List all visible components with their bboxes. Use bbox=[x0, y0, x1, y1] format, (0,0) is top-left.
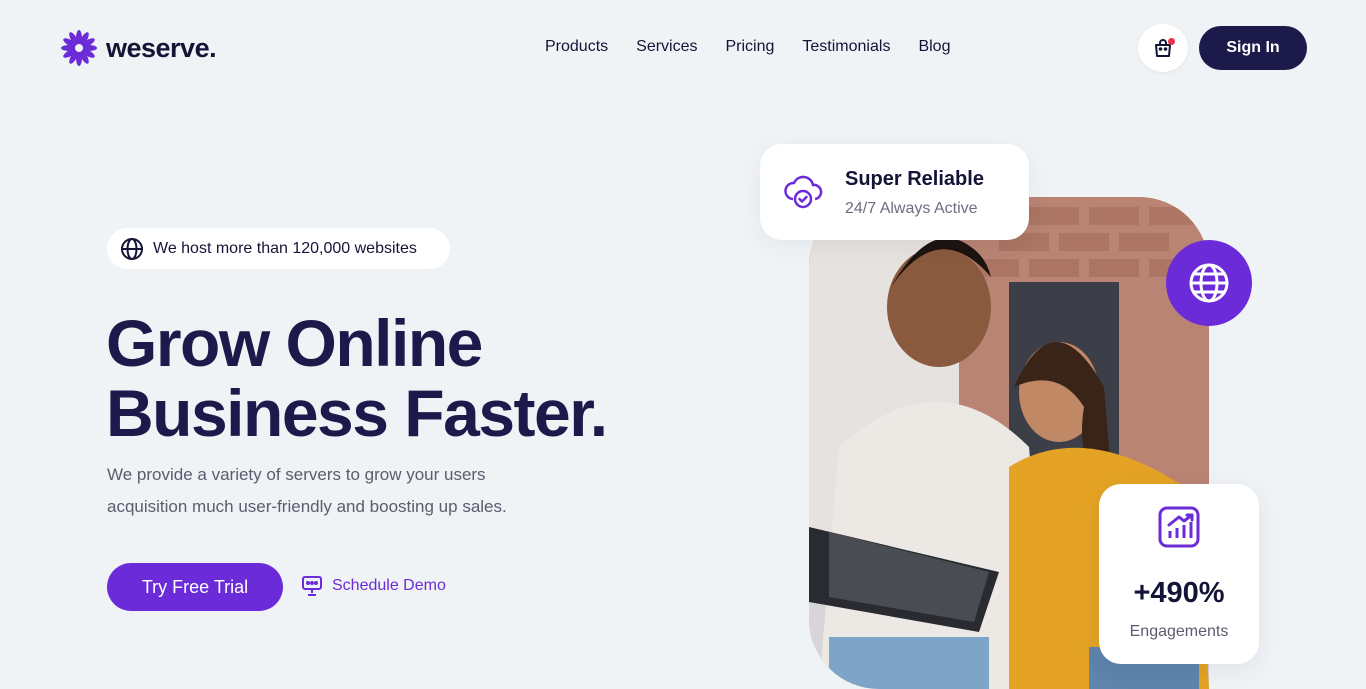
cart-button[interactable] bbox=[1138, 24, 1188, 72]
nav-pricing[interactable]: Pricing bbox=[726, 38, 775, 56]
cart-notification-dot bbox=[1168, 38, 1175, 45]
nav-testimonials[interactable]: Testimonials bbox=[802, 38, 890, 56]
reliable-title: Super Reliable bbox=[845, 168, 984, 190]
badge-text: We host more than 120,000 websites bbox=[153, 239, 417, 257]
globe-icon bbox=[121, 237, 143, 260]
brand-name: weserve. bbox=[106, 32, 217, 63]
engagements-value: +490% bbox=[1133, 577, 1225, 609]
schedule-demo-label: Schedule Demo bbox=[332, 577, 446, 594]
schedule-demo-link[interactable]: Schedule Demo bbox=[300, 574, 446, 598]
main-menu: Products Services Pricing Testimonials B… bbox=[545, 38, 950, 56]
super-reliable-card: Super Reliable 24/7 Always Active bbox=[760, 144, 1029, 240]
globe-icon bbox=[1189, 263, 1229, 303]
engagements-card: +490% Engagements bbox=[1099, 484, 1259, 664]
nav-services[interactable]: Services bbox=[636, 38, 697, 56]
nav-products[interactable]: Products bbox=[545, 38, 608, 56]
engagements-label: Engagements bbox=[1129, 623, 1229, 640]
try-free-trial-button[interactable]: Try Free Trial bbox=[107, 563, 283, 611]
sign-in-button[interactable]: Sign In bbox=[1199, 26, 1307, 70]
hero-subtext: We provide a variety of servers to grow … bbox=[107, 465, 507, 516]
globe-badge bbox=[1166, 240, 1252, 326]
flower-logo-icon bbox=[61, 30, 97, 66]
headline-line-2: Business Faster. bbox=[106, 376, 608, 450]
growth-chart-icon bbox=[1158, 506, 1200, 548]
hosting-badge: We host more than 120,000 websites bbox=[107, 228, 450, 269]
top-nav: weserve. Products Services Pricing Testi… bbox=[0, 0, 1366, 96]
headline-line-1: Grow Online bbox=[106, 306, 483, 380]
cloud-check-icon bbox=[784, 175, 823, 209]
nav-blog[interactable]: Blog bbox=[918, 38, 950, 56]
hero-headline: Grow Online Business Faster. bbox=[106, 306, 608, 450]
reliable-subtitle: 24/7 Always Active bbox=[845, 200, 978, 217]
presentation-icon bbox=[302, 576, 322, 596]
brand-logo[interactable]: weserve. bbox=[60, 29, 217, 67]
